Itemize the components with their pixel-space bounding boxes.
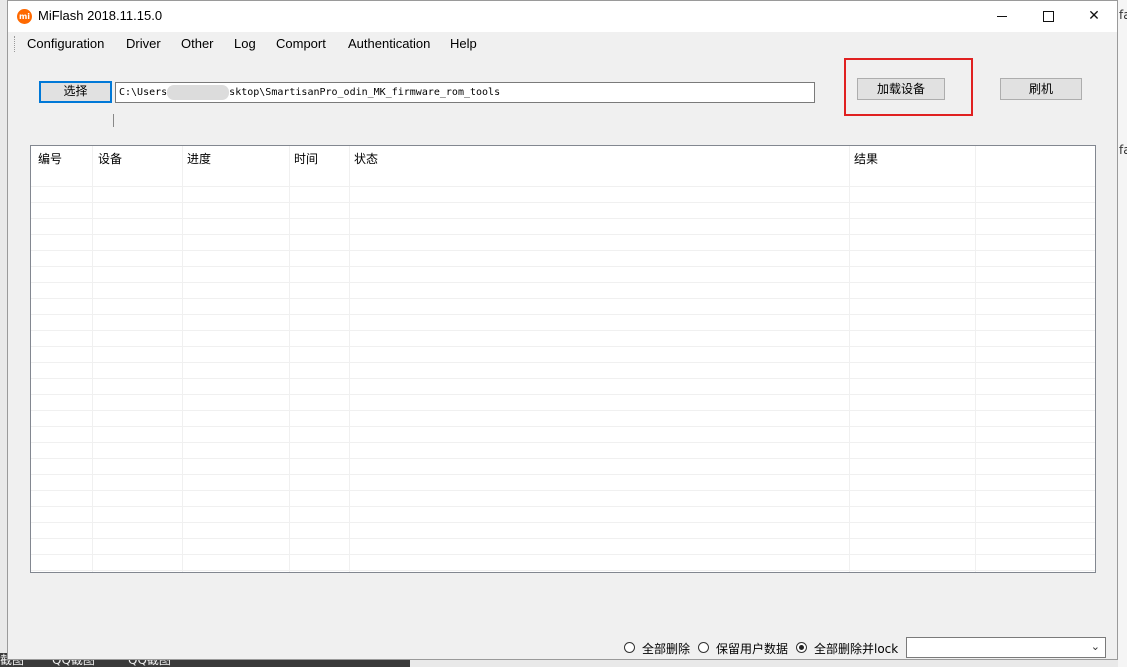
header-time[interactable]: 时间 <box>294 150 318 167</box>
table-row-divider <box>31 330 1095 331</box>
device-table[interactable]: 编号 设备 进度 时间 状态 结果 <box>30 145 1096 573</box>
table-row-divider <box>31 234 1095 235</box>
close-icon: ✕ <box>1088 8 1100 24</box>
path-suffix: sktop\SmartisanPro_odin_MK_firmware_rom_… <box>229 87 501 98</box>
menu-log[interactable]: Log <box>234 36 256 51</box>
menu-grip-handle <box>14 36 17 52</box>
table-row-divider <box>31 298 1095 299</box>
header-progress[interactable]: 进度 <box>187 150 211 167</box>
select-folder-button[interactable]: 选择 <box>39 81 112 103</box>
table-row-divider <box>31 346 1095 347</box>
background-text: fa <box>1119 8 1127 22</box>
flash-button[interactable]: 刷机 <box>1000 78 1082 100</box>
column-divider <box>289 146 290 572</box>
table-row-divider <box>31 458 1095 459</box>
column-divider <box>849 146 850 572</box>
table-row-divider <box>31 186 1095 187</box>
close-button[interactable]: ✕ <box>1071 1 1117 32</box>
background-text: fa <box>1119 143 1127 157</box>
radio-delete-all[interactable] <box>624 642 635 653</box>
column-divider <box>92 146 93 572</box>
rom-path-field[interactable]: C:\Users sktop\SmartisanPro_odin_MK_firmw… <box>115 82 815 103</box>
minimize-icon <box>997 15 1007 17</box>
header-device[interactable]: 设备 <box>98 150 122 167</box>
menu-authentication[interactable]: Authentication <box>348 36 430 51</box>
menu-comport[interactable]: Comport <box>276 36 326 51</box>
table-row-divider <box>31 410 1095 411</box>
table-row-divider <box>31 426 1095 427</box>
table-row-divider <box>31 394 1095 395</box>
minimize-button[interactable] <box>979 1 1025 32</box>
column-divider <box>349 146 350 572</box>
radio-keep-user-data[interactable] <box>698 642 709 653</box>
radio-delete-all-lock[interactable] <box>796 642 807 653</box>
menu-bar: Configuration Driver Other Log Comport A… <box>8 32 1117 56</box>
header-status[interactable]: 状态 <box>354 150 378 167</box>
splitter-handle <box>113 114 114 127</box>
mi-logo-icon: mi <box>17 9 32 24</box>
table-row-divider <box>31 554 1095 555</box>
chevron-down-icon: ⌄ <box>1090 640 1100 653</box>
table-row-divider <box>31 218 1095 219</box>
highlight-annotation <box>844 58 973 116</box>
menu-driver[interactable]: Driver <box>126 36 161 51</box>
maximize-icon <box>1042 10 1054 22</box>
column-divider <box>182 146 183 572</box>
miflash-window: mi MiFlash 2018.11.15.0 ✕ Configuration … <box>7 0 1118 660</box>
window-title: MiFlash 2018.11.15.0 <box>38 8 163 23</box>
table-row-divider <box>31 538 1095 539</box>
menu-other[interactable]: Other <box>181 36 214 51</box>
table-row-divider <box>31 202 1095 203</box>
table-row-divider <box>31 474 1095 475</box>
table-row-divider <box>31 314 1095 315</box>
header-result[interactable]: 结果 <box>854 150 878 167</box>
header-id[interactable]: 编号 <box>38 150 62 167</box>
path-prefix: C:\Users <box>119 87 168 98</box>
column-divider <box>975 146 976 572</box>
device-dropdown[interactable]: ⌄ <box>906 637 1106 658</box>
table-row-divider <box>31 362 1095 363</box>
redaction-blur <box>167 85 229 100</box>
table-row-divider <box>31 490 1095 491</box>
table-row-divider <box>31 250 1095 251</box>
menu-help[interactable]: Help <box>450 36 477 51</box>
menu-configuration[interactable]: Configuration <box>27 36 104 51</box>
table-row-divider <box>31 378 1095 379</box>
table-row-divider <box>31 570 1095 571</box>
table-row-divider <box>31 266 1095 267</box>
table-row-divider <box>31 506 1095 507</box>
radio-keep-user-data-label[interactable]: 保留用户数据 <box>716 640 788 657</box>
title-bar: mi MiFlash 2018.11.15.0 ✕ <box>8 1 1117 32</box>
table-row-divider <box>31 282 1095 283</box>
table-row-divider <box>31 442 1095 443</box>
radio-delete-all-lock-label[interactable]: 全部删除并lock <box>814 640 898 657</box>
background-window-edge <box>1118 0 1127 667</box>
table-row-divider <box>31 522 1095 523</box>
radio-delete-all-label[interactable]: 全部删除 <box>642 640 690 657</box>
maximize-button[interactable] <box>1025 1 1071 32</box>
